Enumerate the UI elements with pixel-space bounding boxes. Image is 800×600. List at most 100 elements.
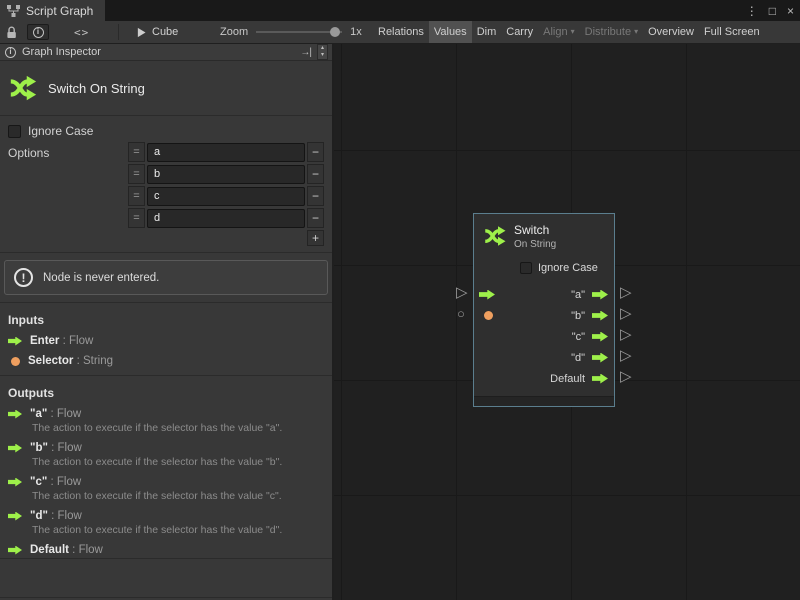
option-row: = − <box>128 142 324 162</box>
zoom-value: 1x <box>350 26 362 38</box>
flow-connection-hint-icon[interactable]: ▷ <box>456 285 468 301</box>
code-view-icon[interactable]: <> <box>74 21 89 43</box>
node-ignore-case-checkbox[interactable] <box>520 262 532 274</box>
toolbar-buttons: Relations Values Dim Carry Align▾ Distri… <box>373 21 765 43</box>
node-subtitle: On String <box>514 239 556 250</box>
output-port-c: "c" : Flow <box>8 476 324 488</box>
panel-stepper[interactable]: ▴ ▾ <box>317 44 328 60</box>
unity-script-graph-window: Script Graph ⋮ □ × i <> Cube Zoom <box>0 0 800 600</box>
page-title: Switch On String <box>48 81 145 96</box>
scroll-up-icon[interactable]: ▴ <box>321 45 324 52</box>
chevron-down-icon: ▾ <box>634 28 638 36</box>
selector-port-icon[interactable] <box>484 311 493 320</box>
option-row: = − <box>128 186 324 206</box>
window-close-icon[interactable]: × <box>787 4 794 18</box>
enter-port-icon[interactable] <box>479 290 495 300</box>
output-port-b: "b" : Flow <box>8 442 324 454</box>
outputs-section: Outputs "a" : Flow The action to execute… <box>0 376 332 564</box>
dim-button[interactable]: Dim <box>472 21 502 43</box>
switch-on-string-node[interactable]: Switch On String Ignore Case "a" "b" <box>473 213 615 407</box>
divider <box>0 252 332 253</box>
window-controls: ⋮ □ × <box>746 0 794 21</box>
flow-connection-hint-icon[interactable]: ▷ <box>620 285 632 301</box>
ignore-case-row: Ignore Case <box>0 116 332 140</box>
option-row: = − <box>128 164 324 184</box>
graph-owner-chip[interactable]: Cube <box>136 21 178 43</box>
value-connection-hint-icon[interactable]: ○ <box>457 307 465 321</box>
outputs-heading: Outputs <box>8 386 324 400</box>
warning-text: Node is never entered. <box>43 272 159 284</box>
window-menu-icon[interactable]: ⋮ <box>746 4 758 18</box>
port-description: The action to execute if the selector ha… <box>32 422 324 434</box>
divider <box>0 558 332 559</box>
drag-handle-icon[interactable]: = <box>128 186 145 206</box>
script-machine-icon <box>136 27 147 38</box>
b-port-icon[interactable] <box>592 311 608 321</box>
overview-button[interactable]: Overview <box>643 21 699 43</box>
node-title: Switch <box>514 223 556 237</box>
zoom-control: Zoom 1x <box>220 21 362 43</box>
graph-canvas[interactable]: ▷ ○ Switch On String I <box>334 44 800 600</box>
remove-option-button[interactable]: − <box>307 164 324 184</box>
option-input-b[interactable] <box>147 165 305 184</box>
d-port-icon[interactable] <box>592 353 608 363</box>
info-icon: i <box>5 47 16 58</box>
option-input-a[interactable] <box>147 143 305 162</box>
flow-connection-hint-icon[interactable]: ▷ <box>620 327 632 343</box>
option-input-c[interactable] <box>147 187 305 206</box>
graph-tab-icon <box>7 5 20 17</box>
dock-icon[interactable]: →| <box>300 47 311 58</box>
chevron-down-icon: ▾ <box>571 28 575 36</box>
option-input-d[interactable] <box>147 209 305 228</box>
full-screen-button[interactable]: Full Screen <box>699 21 765 43</box>
inputs-section: Inputs Enter : Flow Selector : String <box>0 303 332 375</box>
graph-toolbar: i <> Cube Zoom 1x Relations Values Dim C… <box>0 21 800 44</box>
warning-icon: ! <box>14 268 33 287</box>
default-port-icon[interactable] <box>592 374 608 384</box>
remove-option-button[interactable]: − <box>307 186 324 206</box>
graph-inspector-title: Graph Inspector <box>22 46 101 58</box>
flow-port-icon <box>8 512 22 521</box>
string-port-icon <box>11 357 20 366</box>
drag-handle-icon[interactable]: = <box>128 208 145 228</box>
values-button[interactable]: Values <box>429 21 472 43</box>
port-description: The action to execute if the selector ha… <box>32 490 324 502</box>
lock-icon[interactable] <box>6 21 17 43</box>
port-description: The action to execute if the selector ha… <box>32 456 324 468</box>
toolbar-separator <box>118 24 119 40</box>
ignore-case-label: Ignore Case <box>28 124 93 138</box>
output-port-default: Default : Flow <box>8 544 324 556</box>
flow-port-icon <box>8 410 22 419</box>
drag-handle-icon[interactable]: = <box>128 142 145 162</box>
flow-connection-hint-icon[interactable]: ▷ <box>620 369 632 385</box>
tab-bar: Script Graph ⋮ □ × <box>0 0 800 21</box>
c-port-icon[interactable] <box>592 332 608 342</box>
tab-script-graph[interactable]: Script Graph <box>0 0 105 21</box>
a-port-icon[interactable] <box>592 290 608 300</box>
drag-handle-icon[interactable]: = <box>128 164 145 184</box>
node-port-row-a: "a" <box>474 284 614 305</box>
scroll-down-icon[interactable]: ▾ <box>321 52 324 59</box>
remove-option-button[interactable]: − <box>307 142 324 162</box>
window-maximize-icon[interactable]: □ <box>769 4 776 18</box>
distribute-button[interactable]: Distribute▾ <box>580 21 643 43</box>
zoom-slider-thumb[interactable] <box>330 27 340 37</box>
remove-option-button[interactable]: − <box>307 208 324 228</box>
flow-connection-hint-icon[interactable]: ▷ <box>620 348 632 364</box>
switch-on-string-icon <box>8 73 38 103</box>
flow-port-icon <box>8 546 22 555</box>
graph-inspector-toggle-button[interactable]: i <box>27 24 49 40</box>
node-ignore-case-label: Ignore Case <box>538 262 598 274</box>
carry-button[interactable]: Carry <box>501 21 538 43</box>
zoom-slider[interactable] <box>256 26 342 38</box>
warning-box: ! Node is never entered. <box>4 260 328 295</box>
relations-button[interactable]: Relations <box>373 21 429 43</box>
tab-title: Script Graph <box>26 4 93 18</box>
node-port-row-d: "d" <box>474 347 614 368</box>
node-ignore-case-row: Ignore Case <box>474 258 614 278</box>
align-button[interactable]: Align▾ <box>538 21 579 43</box>
ignore-case-checkbox[interactable] <box>8 125 21 138</box>
node-port-row-b: "b" <box>474 305 614 326</box>
flow-connection-hint-icon[interactable]: ▷ <box>620 306 632 322</box>
add-option-button[interactable]: + <box>307 230 324 246</box>
